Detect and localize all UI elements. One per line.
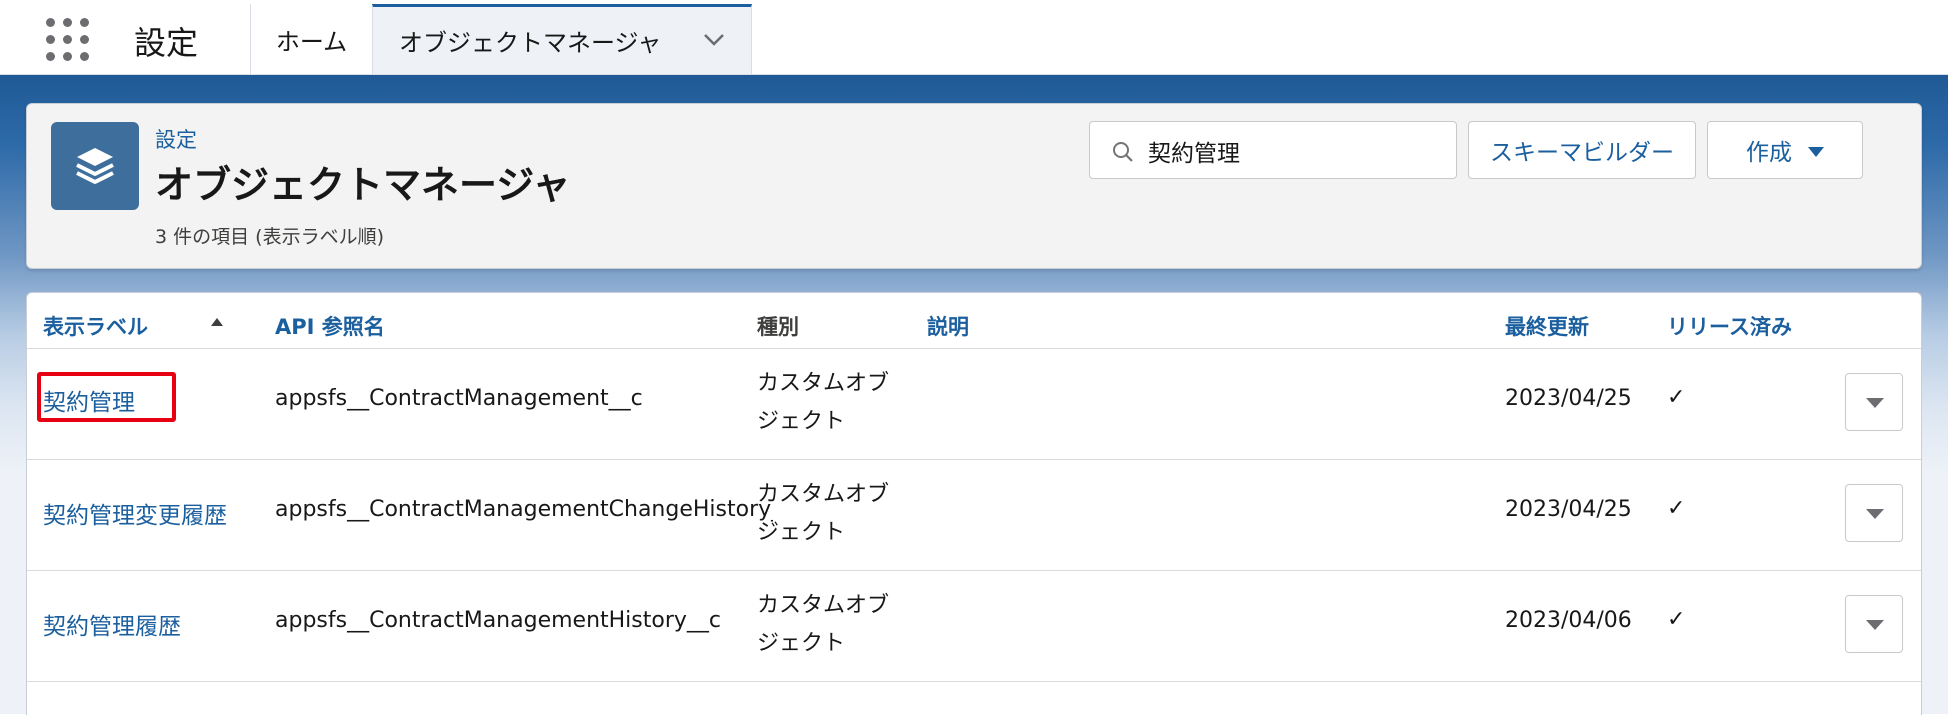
last-modified-cell: 2023/04/25	[1505, 497, 1632, 522]
tab-object-manager-label: オブジェクトマネージャ	[399, 29, 662, 57]
column-header-last-modified[interactable]: 最終更新	[1505, 311, 1589, 341]
schema-builder-button[interactable]: スキーマビルダー	[1468, 121, 1696, 179]
api-name-cell: appsfs__ContractManagementChangeHistory_…	[275, 497, 773, 522]
caret-down-icon	[1866, 509, 1884, 519]
create-label: 作成	[1746, 140, 1792, 166]
object-label-link[interactable]: 契約管理	[37, 372, 176, 422]
schema-builder-label: スキーマビルダー	[1490, 140, 1674, 166]
deployed-check-icon: ✓	[1667, 496, 1686, 521]
column-header-label[interactable]: 表示ラベル	[43, 311, 148, 341]
table-row: 契約管理 appsfs__ContractManagement__c カスタムオ…	[27, 348, 1921, 460]
sort-ascending-icon[interactable]	[211, 318, 223, 326]
page-title: オブジェクトマネージャ	[155, 163, 571, 207]
caret-down-icon	[1866, 398, 1884, 408]
column-header-description[interactable]: 説明	[927, 311, 969, 341]
row-actions-button[interactable]	[1845, 484, 1903, 542]
caret-down-icon	[1808, 147, 1824, 157]
row-actions-button[interactable]	[1845, 595, 1903, 653]
chevron-down-icon[interactable]	[703, 33, 725, 47]
object-label-link[interactable]: 契約管理変更履歴	[43, 496, 227, 530]
api-name-cell: appsfs__ContractManagementHistory__c	[275, 608, 722, 633]
app-name: 設定	[134, 24, 199, 62]
search-icon	[1113, 142, 1133, 162]
breadcrumb[interactable]: 設定	[155, 124, 197, 154]
table-bottom-border	[27, 681, 1921, 716]
column-header-deployed[interactable]: リリース済み	[1667, 311, 1792, 341]
caret-down-icon	[1866, 620, 1884, 630]
layers-icon	[76, 148, 114, 184]
highlight-box	[37, 372, 176, 422]
search-input[interactable]	[1146, 130, 1450, 172]
global-nav-bar: 設定 ホーム オブジェクトマネージャ	[0, 0, 1948, 75]
quick-find-search[interactable]	[1089, 121, 1457, 179]
deployed-check-icon: ✓	[1667, 607, 1686, 632]
object-list-table: 表示ラベル API 参照名 種別 説明 最終更新 リリース済み 契約管理 app…	[26, 292, 1922, 715]
type-cell: カスタムオブジェクト	[757, 593, 890, 656]
row-actions-button[interactable]	[1845, 373, 1903, 431]
object-manager-icon	[51, 122, 139, 210]
last-modified-cell: 2023/04/06	[1505, 608, 1632, 633]
create-button[interactable]: 作成	[1707, 121, 1863, 179]
object-label-link[interactable]: 契約管理履歴	[43, 607, 181, 641]
tab-home[interactable]: ホーム	[250, 4, 372, 74]
app-launcher-waffle-icon[interactable]	[46, 18, 90, 62]
item-count-text: 3 件の項目 (表示ラベル順)	[155, 226, 384, 248]
tab-object-manager[interactable]: オブジェクトマネージャ	[372, 4, 752, 74]
type-cell: カスタムオブジェクト	[757, 371, 890, 434]
table-row: 契約管理履歴 appsfs__ContractManagementHistory…	[27, 570, 1921, 682]
column-header-type: 種別	[757, 315, 799, 339]
table-row: 契約管理変更履歴 appsfs__ContractManagementChang…	[27, 459, 1921, 571]
page-header: 設定 オブジェクトマネージャ 3 件の項目 (表示ラベル順) スキーマビルダー …	[26, 103, 1922, 269]
type-cell: カスタムオブジェクト	[757, 482, 890, 545]
last-modified-cell: 2023/04/25	[1505, 386, 1632, 411]
column-header-api-name[interactable]: API 参照名	[275, 311, 385, 341]
tab-home-label: ホーム	[275, 27, 348, 56]
api-name-cell: appsfs__ContractManagement__c	[275, 386, 643, 411]
deployed-check-icon: ✓	[1667, 385, 1686, 410]
